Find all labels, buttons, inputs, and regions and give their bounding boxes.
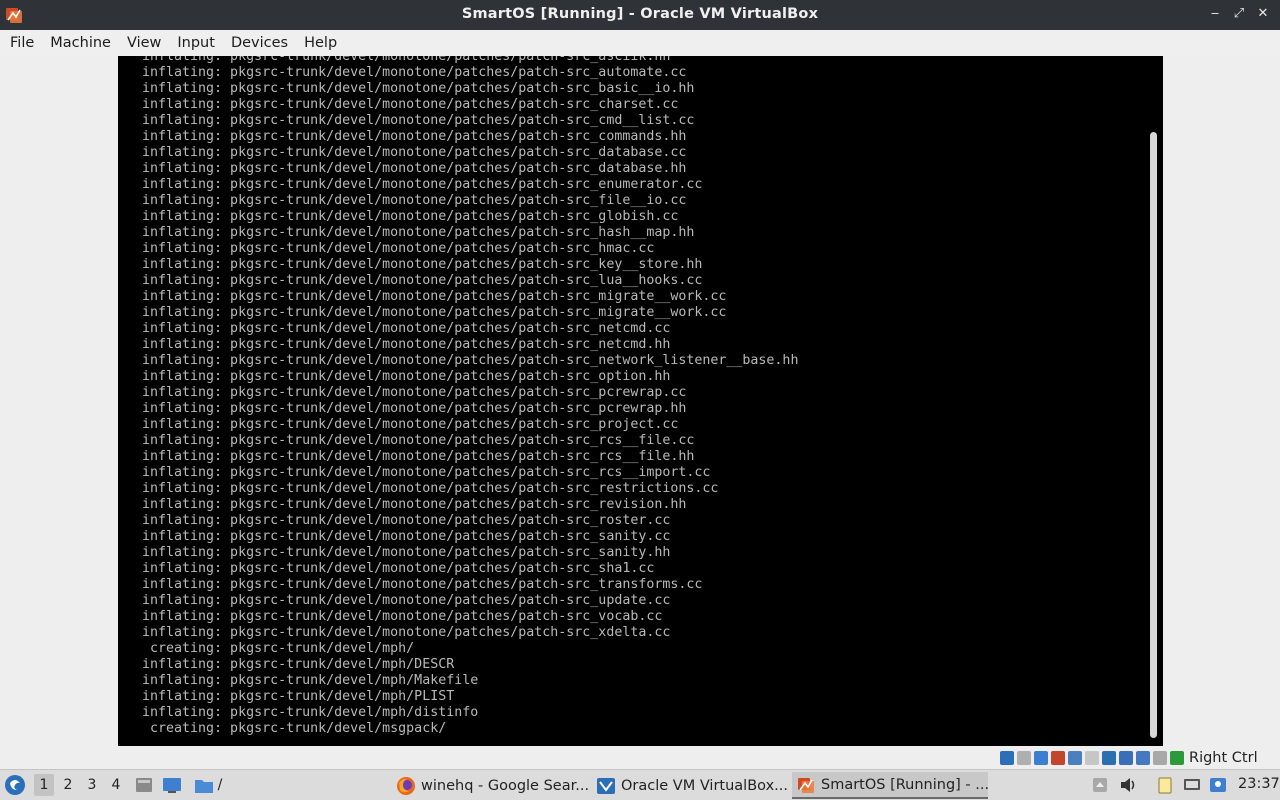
shared-folders-icon[interactable] — [1085, 751, 1099, 765]
clock[interactable]: 23:37 — [1238, 776, 1280, 792]
terminal-line: inflating: pkgsrc-trunk/devel/monotone/p… — [142, 481, 719, 496]
menu-view[interactable]: View — [119, 30, 169, 56]
terminal-line: inflating: pkgsrc-trunk/devel/monotone/p… — [142, 129, 687, 144]
network-icon[interactable] — [1051, 751, 1065, 765]
terminal-line: inflating: pkgsrc-trunk/devel/monotone/p… — [142, 305, 727, 320]
terminal-line: inflating: pkgsrc-trunk/devel/monotone/p… — [142, 385, 687, 400]
taskbar: 1 2 3 4 / winehq - Google Sear... Oracle… — [0, 769, 1280, 800]
workspace-4[interactable]: 4 — [106, 774, 126, 796]
start-menu-icon[interactable] — [4, 774, 26, 796]
virtualbox-vm-icon — [798, 777, 814, 793]
clipboard-icon[interactable] — [1155, 776, 1175, 794]
task-label: Oracle VM VirtualBox... — [621, 777, 788, 794]
terminal-line: inflating: pkgsrc-trunk/devel/monotone/p… — [142, 417, 679, 432]
virtualbox-manager-icon — [597, 777, 615, 794]
audio-icon[interactable] — [1034, 751, 1048, 765]
firefox-icon — [397, 776, 415, 795]
terminal-line: inflating: pkgsrc-trunk/devel/monotone/p… — [142, 513, 671, 528]
terminal-line: inflating: pkgsrc-trunk/devel/monotone/p… — [142, 225, 695, 240]
close-button[interactable]: ✕ — [1256, 7, 1270, 21]
terminal-line: inflating: pkgsrc-trunk/devel/monotone/p… — [142, 145, 687, 160]
window-title: SmartOS [Running] - Oracle VM VirtualBox — [461, 6, 819, 22]
terminal-line: inflating: pkgsrc-trunk/devel/monotone/p… — [142, 161, 687, 176]
terminal-line: inflating: pkgsrc-trunk/devel/monotone/p… — [142, 497, 687, 512]
user-tray-icon[interactable] — [1208, 776, 1228, 794]
terminal-line: inflating: pkgsrc-trunk/devel/monotone/p… — [142, 369, 671, 384]
task-firefox[interactable]: winehq - Google Sear... — [392, 772, 588, 799]
terminal-line: inflating: pkgsrc-trunk/devel/monotone/p… — [142, 97, 679, 112]
task-virtualbox-manager[interactable]: Oracle VM VirtualBox... — [592, 772, 788, 799]
workspace-1[interactable]: 1 — [34, 774, 54, 796]
terminal-line: inflating: pkgsrc-trunk/devel/monotone/p… — [142, 209, 679, 224]
terminal-line: inflating: pkgsrc-trunk/devel/monotone/p… — [142, 321, 671, 336]
terminal-line: inflating: pkgsrc-trunk/devel/monotone/p… — [142, 625, 671, 640]
terminal-line: inflating: pkgsrc-trunk/devel/monotone/p… — [142, 593, 671, 608]
desktop-icon[interactable] — [162, 776, 182, 794]
terminal-line: inflating: pkgsrc-trunk/devel/mph/Makefi… — [142, 673, 479, 688]
terminal-line: inflating: pkgsrc-trunk/devel/mph/DESCR — [142, 657, 455, 672]
task-smartos-vm[interactable]: SmartOS [Running] - ... — [792, 772, 988, 799]
terminal-line: inflating: pkgsrc-trunk/devel/monotone/p… — [142, 193, 687, 208]
folder-path-label[interactable]: / — [214, 774, 226, 796]
menu-file[interactable]: File — [2, 30, 42, 56]
vm-display[interactable]: inflating: pkgsrc-trunk/devel/monotone/p… — [118, 56, 1163, 746]
terminal-line: inflating: pkgsrc-trunk/devel/monotone/p… — [142, 465, 711, 480]
terminal-line: inflating: pkgsrc-trunk/devel/monotone/p… — [142, 353, 799, 368]
menu-devices[interactable]: Devices — [223, 30, 296, 56]
workspace-2[interactable]: 2 — [58, 774, 78, 796]
menu-bar: File Machine View Input Devices Help — [0, 30, 1280, 56]
usb-icon[interactable] — [1068, 751, 1082, 765]
terminal-line: inflating: pkgsrc-trunk/devel/monotone/p… — [142, 561, 655, 576]
terminal-line: inflating: pkgsrc-trunk/devel/monotone/p… — [142, 577, 703, 592]
terminal-output: inflating: pkgsrc-trunk/devel/monotone/p… — [142, 56, 798, 737]
terminal-line: inflating: pkgsrc-trunk/devel/monotone/p… — [142, 433, 695, 448]
keyboard-capture-icon[interactable] — [1170, 751, 1184, 765]
display-icon[interactable] — [1102, 751, 1116, 765]
terminal-line: inflating: pkgsrc-trunk/devel/mph/distin… — [142, 705, 479, 720]
terminal-line: inflating: pkgsrc-trunk/devel/monotone/p… — [142, 337, 671, 352]
workspace-3[interactable]: 3 — [82, 774, 102, 796]
virtualization-icon[interactable] — [1136, 751, 1150, 765]
terminal-line: inflating: pkgsrc-trunk/devel/monotone/p… — [142, 56, 671, 64]
terminal-line: inflating: pkgsrc-trunk/devel/mph/PLIST — [142, 689, 455, 704]
terminal-line: inflating: pkgsrc-trunk/devel/monotone/p… — [142, 401, 687, 416]
terminal-line: inflating: pkgsrc-trunk/devel/monotone/p… — [142, 257, 703, 272]
terminal-line: inflating: pkgsrc-trunk/devel/monotone/p… — [142, 449, 695, 464]
terminal-line: inflating: pkgsrc-trunk/devel/monotone/p… — [142, 113, 695, 128]
terminal-line: inflating: pkgsrc-trunk/devel/monotone/p… — [142, 65, 687, 80]
terminal-line: inflating: pkgsrc-trunk/devel/monotone/p… — [142, 177, 703, 192]
notification-arrow-icon[interactable] — [1090, 776, 1110, 794]
vm-scrollbar[interactable] — [1150, 132, 1157, 738]
file-manager-icon[interactable] — [134, 776, 154, 794]
task-label: winehq - Google Sear... — [421, 777, 588, 794]
hard-disk-icon[interactable] — [1000, 751, 1014, 765]
terminal-line: inflating: pkgsrc-trunk/devel/monotone/p… — [142, 273, 703, 288]
terminal-line: inflating: pkgsrc-trunk/devel/monotone/p… — [142, 241, 655, 256]
menu-machine[interactable]: Machine — [42, 30, 119, 56]
host-key-label: Right Ctrl — [1189, 750, 1258, 766]
vm-status-bar: Right Ctrl — [1000, 748, 1280, 768]
terminal-line: inflating: pkgsrc-trunk/devel/monotone/p… — [142, 529, 671, 544]
terminal-line: inflating: pkgsrc-trunk/devel/monotone/p… — [142, 609, 663, 624]
folder-icon[interactable] — [194, 776, 214, 794]
optical-drive-icon[interactable] — [1017, 751, 1031, 765]
video-capture-icon[interactable] — [1119, 751, 1133, 765]
volume-icon[interactable] — [1118, 776, 1138, 794]
maximize-button[interactable]: ⤢ — [1232, 7, 1246, 21]
terminal-line: creating: pkgsrc-trunk/devel/msgpack/ — [142, 721, 447, 736]
network-tray-icon[interactable] — [1182, 776, 1202, 794]
terminal-line: inflating: pkgsrc-trunk/devel/monotone/p… — [142, 81, 695, 96]
minimize-button[interactable]: ‒ — [1208, 7, 1222, 21]
menu-input[interactable]: Input — [169, 30, 223, 56]
terminal-line: creating: pkgsrc-trunk/devel/mph/ — [142, 641, 415, 656]
mouse-integration-icon[interactable] — [1153, 751, 1167, 765]
menu-help[interactable]: Help — [296, 30, 345, 56]
terminal-line: inflating: pkgsrc-trunk/devel/monotone/p… — [142, 289, 727, 304]
window-titlebar[interactable]: SmartOS [Running] - Oracle VM VirtualBox… — [0, 0, 1280, 30]
task-label: SmartOS [Running] - ... — [821, 776, 988, 793]
terminal-line: inflating: pkgsrc-trunk/devel/monotone/p… — [142, 545, 671, 560]
